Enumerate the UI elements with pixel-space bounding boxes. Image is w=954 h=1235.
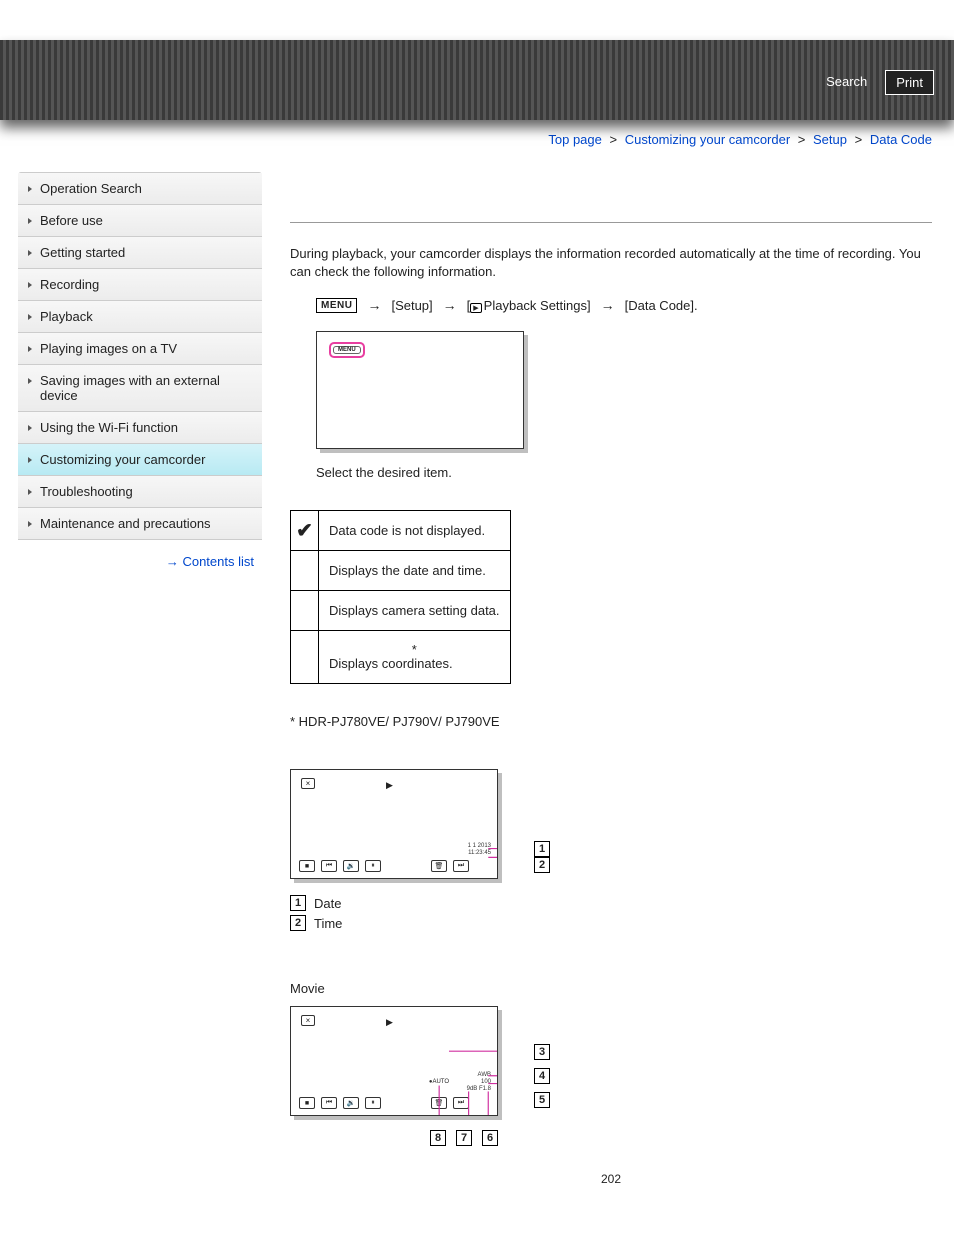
opt-coordinates: * Displays coordinates. [319, 631, 511, 684]
menu-path: MENU → [Setup] → [Playback Settings] → [… [316, 297, 932, 313]
opt-date-time: Displays the date and time. [319, 551, 511, 591]
select-instruction: Select the desired item. [316, 465, 932, 480]
divider [290, 222, 932, 223]
breadcrumb-l3[interactable]: Data Code [870, 132, 932, 147]
close-icon: × [301, 778, 315, 789]
legend-time: Time [314, 916, 342, 931]
arrow-icon: → [601, 297, 615, 313]
figure-date-time: × ▶ 1 1 2013 11:23:45 ■ ⏮ 🔉 ⏸ 🗑 ⏭ [290, 769, 932, 931]
sidebar-item-before-use[interactable]: Before use [18, 205, 262, 237]
callout-5: 5 [534, 1092, 550, 1108]
prev-icon: ⏮ [321, 860, 337, 872]
menu-highlight-inner: MENU [333, 346, 361, 354]
cam-f: F1.8 [479, 1086, 491, 1092]
prev-icon: ⏮ [321, 1097, 337, 1109]
callout-1: 1 [534, 841, 550, 857]
breadcrumb: Top page > Customizing your camcorder > … [0, 120, 954, 172]
lcd-date-time: × ▶ 1 1 2013 11:23:45 ■ ⏮ 🔉 ⏸ 🗑 ⏭ [290, 769, 498, 879]
next-icon: ⏭ [453, 860, 469, 872]
trash-icon: 🗑 [431, 860, 447, 872]
path-playback-settings: [Playback Settings] [467, 298, 591, 313]
sidebar-item-operation-search[interactable]: Operation Search [18, 173, 262, 205]
play-icon: ▶ [386, 1017, 393, 1028]
opt-camera-data: Displays camera setting data. [319, 591, 511, 631]
legend-date: Date [314, 896, 341, 911]
stop-icon: ■ [299, 1097, 315, 1109]
vol-icon: 🔉 [343, 1097, 359, 1109]
sidebar-item-customizing[interactable]: Customizing your camcorder [18, 444, 262, 476]
playback-icon [470, 303, 481, 313]
stop-icon: ■ [299, 860, 315, 872]
cam-awb: AWB [467, 1072, 491, 1079]
sidebar-item-saving-external[interactable]: Saving images with an external device [18, 365, 262, 412]
callout-6: 6 [482, 1130, 498, 1146]
cam-auto: AUTO [432, 1079, 449, 1085]
arrow-icon: → [367, 297, 381, 313]
legend-num-1: 1 [290, 895, 306, 911]
print-button[interactable]: Print [885, 70, 934, 95]
callout-4: 4 [534, 1068, 550, 1084]
figure-movie: Movie × ▶ AWB 100 9dB F1.8 ●AUTO ■ ⏮ [290, 981, 932, 1186]
contents-list-label: Contents list [182, 554, 254, 569]
arrow-icon: → [443, 297, 457, 313]
sidebar-item-getting-started[interactable]: Getting started [18, 237, 262, 269]
vol-icon: 🔉 [343, 860, 359, 872]
lcd-movie: × ▶ AWB 100 9dB F1.8 ●AUTO ■ ⏮ 🔉 ⏸ [290, 1006, 498, 1116]
trash-icon: 🗑 [431, 1097, 447, 1109]
search-button[interactable]: Search [816, 70, 877, 95]
info-date: 1 1 2013 [468, 843, 491, 850]
opt-off: Data code is not displayed. [319, 511, 511, 551]
menu-highlight: MENU [329, 342, 365, 358]
cam-iso: 100 [467, 1079, 491, 1086]
sidebar-item-maintenance[interactable]: Maintenance and precautions [18, 508, 262, 540]
sidebar-item-troubleshooting[interactable]: Troubleshooting [18, 476, 262, 508]
legend-num-2: 2 [290, 915, 306, 931]
sidebar-nav: Operation Search Before use Getting star… [18, 172, 262, 540]
sidebar-item-wifi[interactable]: Using the Wi-Fi function [18, 412, 262, 444]
info-time: 11:23:45 [468, 850, 491, 857]
footnote: * HDR-PJ780VE/ PJ790V/ PJ790VE [290, 714, 932, 729]
star-marker: * [329, 643, 500, 656]
close-icon: × [301, 1015, 315, 1026]
options-table: ✔ Data code is not displayed. Displays t… [290, 510, 511, 684]
pause-icon: ⏸ [365, 860, 381, 872]
menu-icon: MENU [316, 298, 357, 313]
callout-3: 3 [534, 1044, 550, 1060]
callout-7: 7 [456, 1130, 472, 1146]
arrow-right-icon: → [166, 554, 179, 569]
callout-2: 2 [534, 857, 550, 873]
breadcrumb-top[interactable]: Top page [548, 132, 602, 147]
contents-list-link[interactable]: → Contents list [18, 540, 262, 569]
check-icon: ✔ [296, 520, 313, 542]
opt-coordinates-label: Displays coordinates. [329, 656, 500, 671]
path-data-code: [Data Code]. [625, 298, 698, 313]
intro-text: During playback, your camcorder displays… [290, 245, 932, 281]
lcd-illustration: MENU [316, 331, 524, 449]
sidebar-item-recording[interactable]: Recording [18, 269, 262, 301]
breadcrumb-l1[interactable]: Customizing your camcorder [625, 132, 790, 147]
next-icon: ⏭ [453, 1097, 469, 1109]
play-icon: ▶ [386, 780, 393, 791]
callout-8: 8 [430, 1130, 446, 1146]
cam-db: 9dB [467, 1086, 478, 1092]
movie-heading: Movie [290, 981, 932, 996]
header-bar: Search Print [0, 40, 954, 120]
breadcrumb-l2[interactable]: Setup [813, 132, 847, 147]
pause-icon: ⏸ [365, 1097, 381, 1109]
sidebar-item-playback[interactable]: Playback [18, 301, 262, 333]
path-setup: [Setup] [391, 298, 432, 313]
page-number: 202 [290, 1172, 932, 1186]
sidebar-item-playing-tv[interactable]: Playing images on a TV [18, 333, 262, 365]
